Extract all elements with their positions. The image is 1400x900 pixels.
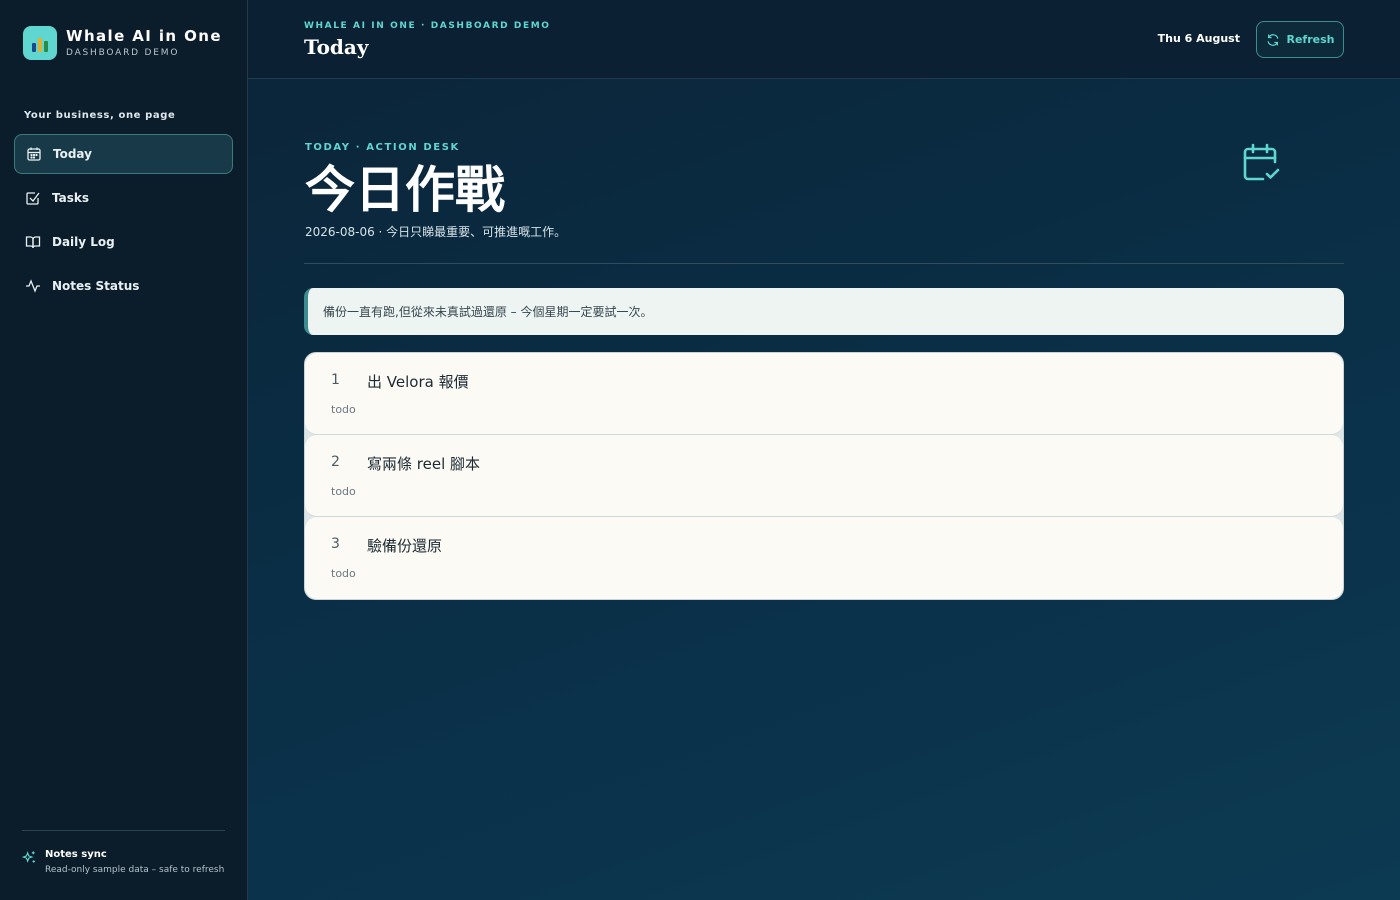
brand-logo-icon bbox=[23, 26, 57, 60]
sidebar-item-label: Tasks bbox=[52, 191, 90, 205]
refresh-icon bbox=[1267, 33, 1278, 46]
app-root: Whale AI in One DASHBOARD DEMO Your busi… bbox=[0, 0, 1400, 900]
hero-eyebrow: TODAY · ACTION DESK bbox=[305, 142, 460, 153]
hero-section: TODAY · ACTION DESK 今日作戰 2026-08-06 · 今日… bbox=[305, 142, 1345, 240]
brand[interactable]: Whale AI in One DASHBOARD DEMO bbox=[23, 26, 222, 60]
brand-subtitle: DASHBOARD DEMO bbox=[66, 48, 180, 58]
task-status: todo bbox=[331, 485, 356, 498]
task-item[interactable]: 1 出 Velora 報價 todo bbox=[305, 353, 1343, 435]
book-icon bbox=[25, 236, 41, 249]
page-title: Today bbox=[304, 35, 369, 59]
topbar: WHALE AI IN ONE · DASHBOARD DEMO Today T… bbox=[248, 0, 1400, 79]
brand-title: Whale AI in One bbox=[66, 27, 222, 45]
task-title: 驗備份還原 bbox=[367, 537, 443, 555]
sidebar-heading: Your business, one page bbox=[24, 110, 176, 121]
task-status: todo bbox=[331, 567, 356, 580]
notes-sync-status: Notes sync Read-only sample data – safe … bbox=[22, 830, 225, 900]
task-status: todo bbox=[331, 403, 356, 416]
calendar-check-icon bbox=[1243, 143, 1280, 181]
activity-icon bbox=[26, 279, 40, 293]
task-list: 1 出 Velora 報價 todo 2 寫兩條 reel 腳本 todo 3 … bbox=[304, 352, 1344, 600]
refresh-label: Refresh bbox=[1286, 33, 1335, 46]
main-content: WHALE AI IN ONE · DASHBOARD DEMO Today T… bbox=[248, 0, 1400, 900]
topbar-eyebrow: WHALE AI IN ONE · DASHBOARD DEMO bbox=[304, 21, 551, 31]
hero-divider bbox=[304, 263, 1344, 264]
task-item[interactable]: 3 驗備份還原 todo bbox=[305, 517, 1343, 599]
sidebar-item-label: Today bbox=[53, 147, 92, 161]
task-number: 1 bbox=[331, 372, 340, 388]
callout-note: 備份一直有跑,但從來未真試過還原 – 今個星期一定要試一次。 bbox=[304, 288, 1344, 335]
task-number: 2 bbox=[331, 454, 340, 470]
task-title: 寫兩條 reel 腳本 bbox=[367, 455, 480, 473]
sidebar-nav: Today Tasks Daily Log Notes Status bbox=[14, 134, 233, 310]
sidebar-item-notes-status[interactable]: Notes Status bbox=[14, 266, 233, 306]
sidebar-item-today[interactable]: Today bbox=[14, 134, 233, 174]
sparkle-icon bbox=[22, 851, 35, 863]
current-date: Thu 6 August bbox=[1157, 32, 1240, 45]
sidebar: Whale AI in One DASHBOARD DEMO Your busi… bbox=[0, 0, 248, 900]
task-title: 出 Velora 報價 bbox=[367, 373, 469, 391]
refresh-button[interactable]: Refresh bbox=[1256, 21, 1344, 58]
task-number: 3 bbox=[331, 536, 340, 552]
sync-subtitle: Read-only sample data – safe to refresh bbox=[45, 865, 225, 875]
sync-title: Notes sync bbox=[45, 849, 107, 860]
calendar-icon bbox=[27, 147, 41, 161]
sidebar-item-label: Notes Status bbox=[52, 279, 140, 293]
hero-subtitle: 2026-08-06 · 今日只睇最重要、可推進嘅工作。 bbox=[305, 225, 567, 239]
sidebar-item-daily-log[interactable]: Daily Log bbox=[14, 222, 233, 262]
task-item[interactable]: 2 寫兩條 reel 腳本 todo bbox=[305, 435, 1343, 517]
sidebar-item-label: Daily Log bbox=[52, 235, 115, 249]
checkbox-icon bbox=[26, 192, 40, 205]
sidebar-item-tasks[interactable]: Tasks bbox=[14, 178, 233, 218]
hero-title: 今日作戰 bbox=[305, 160, 505, 219]
